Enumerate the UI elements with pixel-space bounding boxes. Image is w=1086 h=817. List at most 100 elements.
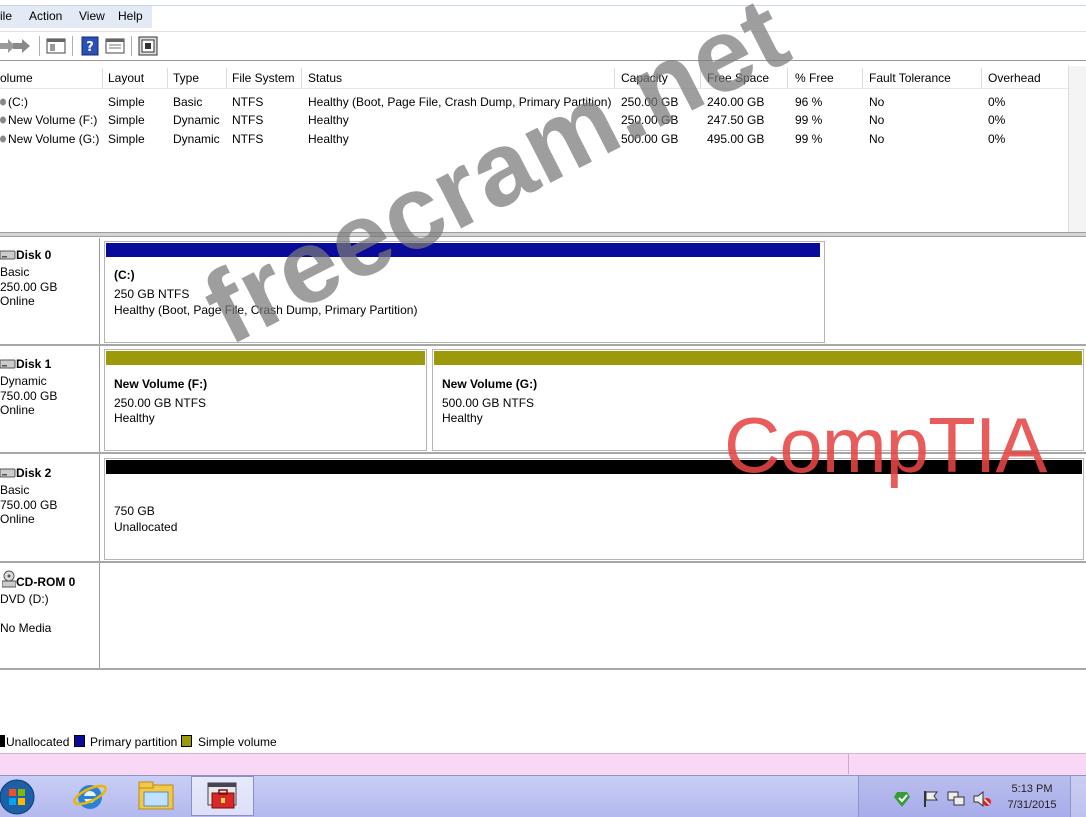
show-desktop-button[interactable] [1070,776,1086,817]
column-separator[interactable] [614,68,615,88]
forward-arrow-icon[interactable] [12,36,32,56]
column-separator[interactable] [301,68,302,88]
volume-type: Basic [173,95,203,109]
menu-file[interactable]: ile [0,9,12,23]
column-header-free-space[interactable]: Free Space [707,71,769,85]
disk-label-cd-rom-0[interactable]: CD-ROM 0 DVD (D:) No Media [0,563,100,669]
partition-f[interactable]: New Volume (F:) 250.00 GB NTFS Healthy [104,349,427,451]
taskbar-active-app[interactable] [191,776,254,816]
partition-size: 500.00 GB NTFS [442,396,535,410]
legend-swatch-simple [181,735,192,747]
volume-overhead: 0% [988,95,1006,109]
volume-overhead: 0% [988,132,1006,146]
column-header-overhead[interactable]: Overhead [988,71,1041,85]
volume-name: (C:) [8,95,28,109]
partition-title: New Volume (G:) [442,377,538,391]
disk-state: Online [0,512,35,526]
volume-file-system: NTFS [232,113,264,127]
menu-view[interactable]: View [79,9,105,23]
disk-label-disk-0[interactable]: Disk 0 Basic 250.00 GB Online [0,238,100,344]
column-header-file-system[interactable]: File System [232,71,295,85]
table-row[interactable]: New Volume (F:) Simple Dynamic NTFS Heal… [0,112,1066,130]
partition-status: Healthy [114,411,155,425]
volume-percent-free: 99 % [795,113,823,127]
volume-layout: Simple [108,113,145,127]
menu-action[interactable]: Action [29,9,62,23]
partition-g[interactable]: New Volume (G:) 500.00 GB NTFS Healthy [432,349,1084,451]
column-separator[interactable] [700,68,701,88]
partition-status: Healthy [442,411,483,425]
taskbar-time[interactable]: 5:13 PM [996,783,1068,795]
column-header-volume[interactable]: olume [0,71,33,85]
column-separator[interactable] [102,68,103,88]
hard-disk-icon [0,468,16,478]
unallocated-bar [106,460,1082,474]
network-shield-icon[interactable] [893,790,913,808]
file-explorer-icon[interactable] [136,780,176,812]
disk-state: Online [0,294,35,308]
volume-overhead: 0% [988,113,1006,127]
column-header-fault-tolerance[interactable]: Fault Tolerance [869,71,951,85]
legend-swatch-unallocated [0,735,5,747]
taskbar-date[interactable]: 7/31/2015 [996,799,1068,811]
toolbar-separator [72,36,73,56]
partition-c[interactable]: (C:) 250 GB NTFS Healthy (Boot, Page Fil… [104,241,825,343]
column-header-capacity[interactable]: Capacity [621,71,668,85]
column-separator[interactable] [226,68,227,88]
pane-splitter[interactable] [0,232,1086,237]
internet-explorer-icon[interactable] [72,779,108,813]
start-orb-icon[interactable] [0,778,38,816]
volume-percent-free: 96 % [795,95,823,109]
disk-type: DVD (D:) [0,592,49,606]
volume-free-space: 495.00 GB [707,132,765,146]
volume-muted-icon[interactable] [972,790,992,808]
column-header-percent-free[interactable]: % Free [795,71,834,85]
action-center-flag-icon[interactable] [922,790,940,808]
volume-status: Healthy [308,132,349,146]
legend-swatch-primary [74,735,85,747]
table-row[interactable]: New Volume (G:) Simple Dynamic NTFS Heal… [0,131,1066,149]
column-header-layout[interactable]: Layout [108,71,144,85]
column-header-status[interactable]: Status [308,71,342,85]
toolbar [0,31,1086,61]
menu-help[interactable]: Help [118,9,143,23]
hard-disk-icon [0,359,16,369]
console-tree-icon[interactable] [46,36,66,56]
column-separator[interactable] [167,68,168,88]
partition-status: Healthy (Boot, Page File, Crash Dump, Pr… [114,303,418,317]
disk-name: Disk 1 [16,357,52,371]
volume-percent-free: 99 % [795,132,823,146]
network-icon[interactable] [946,790,966,808]
simple-volume-bar [434,351,1082,365]
legend-primary-partition: Primary partition [90,735,178,749]
disk-label-disk-2[interactable]: Disk 2 Basic 750.00 GB Online [0,454,100,561]
primary-partition-bar [106,243,820,257]
svg-text:?: ? [86,40,94,55]
volume-file-system: NTFS [232,95,264,109]
column-separator[interactable] [981,68,982,88]
disk-state: No Media [0,621,52,635]
volume-name: New Volume (G:) [8,132,100,146]
table-row[interactable]: (C:) Simple Basic NTFS Healthy (Boot, Pa… [0,94,1066,112]
volume-layout: Simple [108,132,145,146]
cd-drive-icon [2,570,16,588]
volume-fault-tolerance: No [869,113,885,127]
status-bar [0,753,1086,775]
volume-name: New Volume (F:) [8,113,98,127]
column-separator[interactable] [862,68,863,88]
partition-unallocated[interactable]: 750 GB Unallocated [104,458,1084,560]
column-separator[interactable] [787,68,788,88]
partition-size: 250.00 GB NTFS [114,396,207,410]
volume-icon [0,116,6,124]
volume-icon [0,135,6,143]
disk-label-disk-1[interactable]: Disk 1 Dynamic 750.00 GB Online [0,346,100,452]
partition-size: 750 GB [114,504,155,518]
column-header-type[interactable]: Type [173,71,199,85]
properties-icon[interactable] [105,36,125,56]
disk-name: Disk 2 [16,466,52,480]
disk-settings-icon[interactable] [138,36,158,56]
help-icon[interactable]: ? [80,36,100,56]
volume-list-scrollbar[interactable] [1068,66,1086,232]
volume-free-space: 240.00 GB [707,95,765,109]
disk-type: Basic [0,483,30,497]
